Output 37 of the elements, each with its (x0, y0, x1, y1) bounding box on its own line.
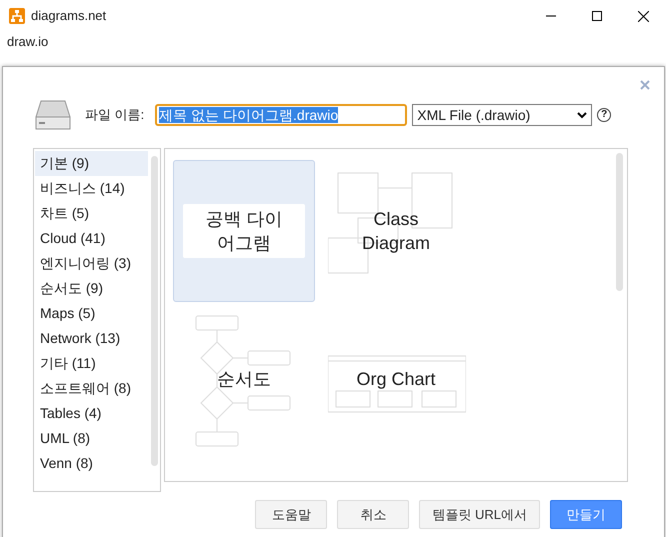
scrollbar[interactable] (616, 153, 623, 291)
category-item[interactable]: 소프트웨어 (8) (35, 376, 148, 401)
category-item[interactable]: Cloud (41) (35, 226, 148, 251)
app-name: draw.io (6, 33, 50, 50)
dialog-button[interactable]: 취소 (337, 500, 410, 529)
template-label: Class Diagram (360, 208, 432, 255)
category-item[interactable]: UML (8) (35, 426, 148, 451)
template-tile[interactable]: Class Diagram (325, 160, 467, 302)
close-icon[interactable] (638, 10, 648, 22)
category-item[interactable]: Tables (4) (35, 401, 148, 426)
template-tile[interactable]: 공백 다이어그램 (173, 160, 315, 302)
dialog-button[interactable]: 템플릿 URL에서 (419, 500, 540, 529)
filename-label: 파일 이름: (85, 106, 144, 124)
category-item[interactable]: 비즈니스 (14) (35, 176, 148, 201)
format-select[interactable]: XML File (.drawio) (412, 104, 592, 126)
dialog-button[interactable]: 도움말 (255, 500, 328, 529)
template-label: Org Chart (355, 368, 437, 391)
filename-field[interactable]: 제목 없는 다이어그램.drawio (155, 104, 408, 126)
category-item[interactable]: 기본 (9) (35, 151, 148, 176)
category-item[interactable]: Venn (8) (35, 451, 148, 476)
template-label: 공백 다이어그램 (183, 204, 305, 258)
scrollbar[interactable] (151, 156, 158, 466)
app-logo-icon (9, 8, 25, 24)
template-tile[interactable]: Org Chart (325, 308, 467, 450)
category-item[interactable]: 순서도 (9) (35, 276, 148, 301)
help-button[interactable]: ? (597, 108, 612, 122)
category-item[interactable]: 엔지니어링 (3) (35, 251, 148, 276)
hard-drive-icon (35, 99, 71, 131)
maximize-icon[interactable] (592, 11, 602, 21)
category-item[interactable]: Maps (5) (35, 301, 148, 326)
template-tile[interactable]: 순서도 (173, 308, 315, 450)
category-item[interactable]: 차트 (5) (35, 201, 148, 226)
window-title: diagrams.net (31, 7, 106, 26)
category-item[interactable]: Network (13) (35, 326, 148, 351)
chevron-down-icon (577, 112, 588, 118)
category-item[interactable]: 기타 (11) (35, 351, 148, 376)
template-label: 순서도 (216, 368, 272, 391)
